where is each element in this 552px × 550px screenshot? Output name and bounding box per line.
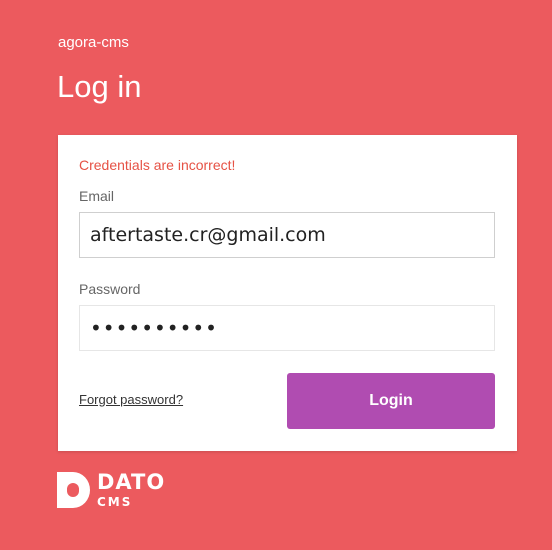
forgot-password-link[interactable]: Forgot password? [79, 392, 183, 407]
brand-main-text: DATO [97, 470, 166, 494]
password-label: Password [79, 281, 141, 297]
login-card: Credentials are incorrect! Email Passwor… [58, 135, 517, 451]
email-field[interactable] [79, 212, 495, 258]
dato-logo-icon [57, 472, 90, 508]
brand-sub-text: CMS [97, 495, 133, 509]
email-label: Email [79, 188, 115, 204]
page-title: Log in [57, 69, 142, 104]
error-message: Credentials are incorrect! [79, 157, 236, 173]
project-name: agora-cms [58, 34, 129, 51]
login-button[interactable]: Login [287, 373, 495, 429]
brand-text: DATO CMS [97, 470, 166, 509]
password-field[interactable] [79, 305, 495, 351]
brand-logo: DATO CMS [57, 472, 165, 508]
